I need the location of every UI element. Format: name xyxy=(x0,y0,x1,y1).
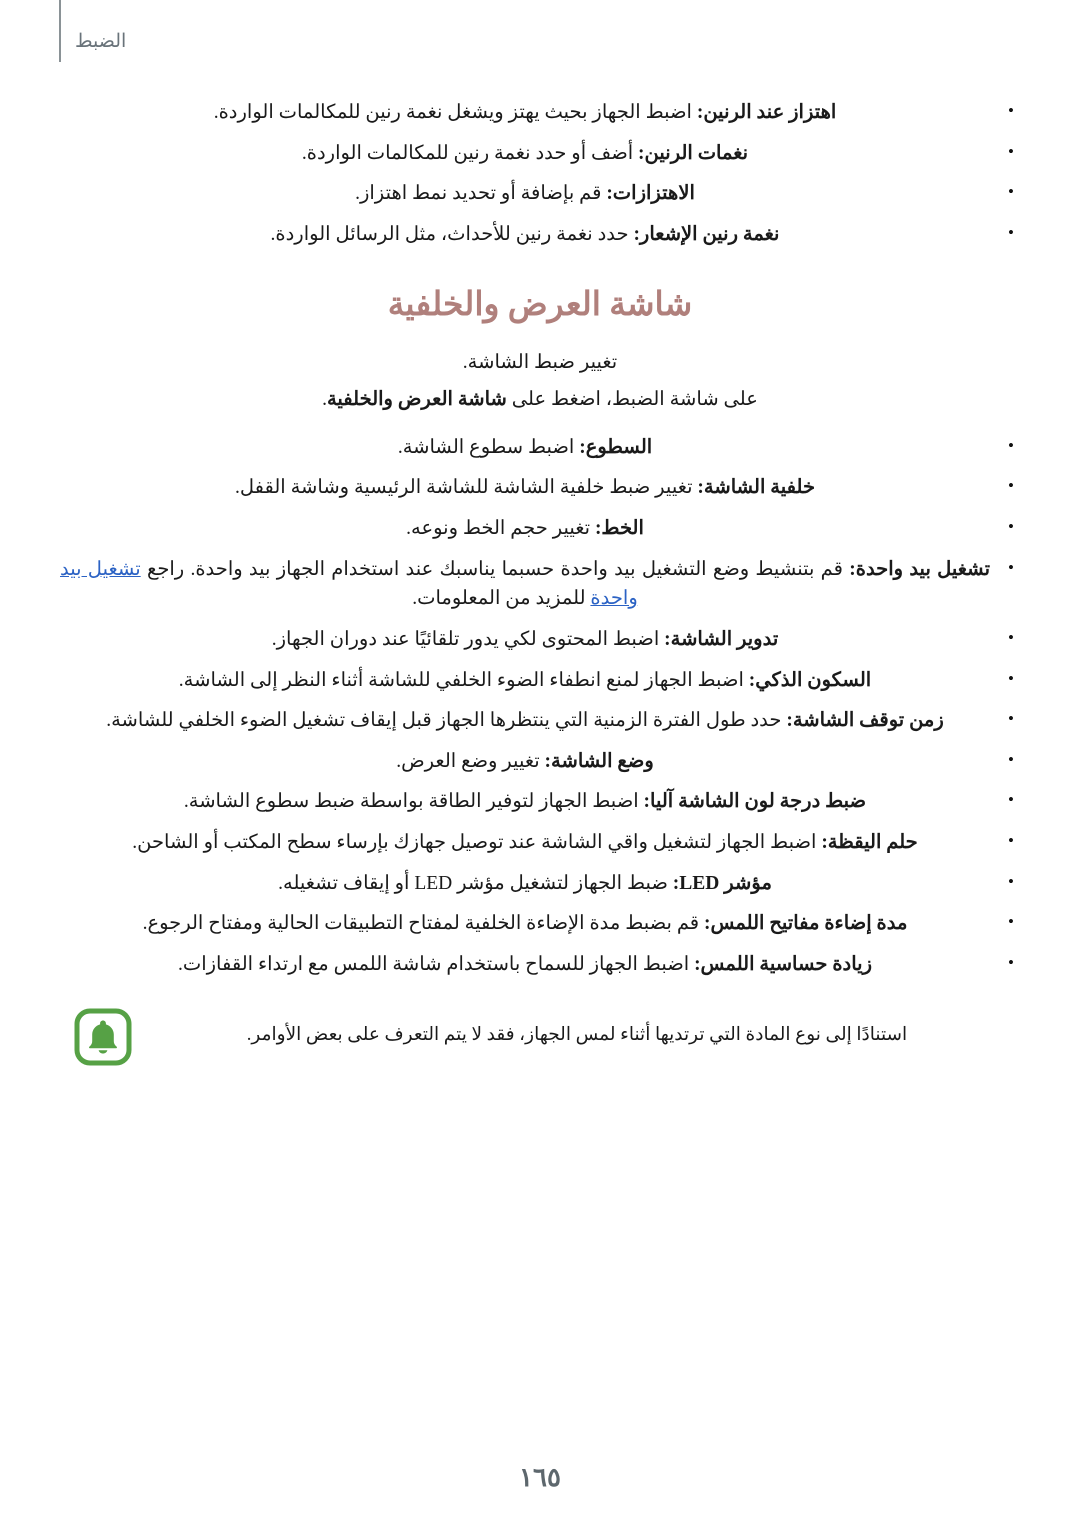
list-item: الاهتزازات: قم بإضافة أو تحديد نمط اهتزا… xyxy=(60,179,1020,209)
list-item: اهتزاز عند الرنين: اضبط الجهاز بحيث يهتز… xyxy=(60,98,1020,128)
list-item-term: ضبط درجة لون الشاشة آليا: xyxy=(643,791,867,813)
nav-target-label: شاشة العرض والخلفية xyxy=(326,388,507,410)
list-item: حلم اليقظة: اضبط الجهاز لتشغيل واقي الشا… xyxy=(60,828,1020,858)
page-number: ١٦٥ xyxy=(519,1463,561,1492)
section-navigation-text: على شاشة الضبط، اضغط على شاشة العرض والخ… xyxy=(60,385,1020,415)
list-item: تشغيل بيد واحدة: قم بتنشيط وضع التشغيل ب… xyxy=(60,555,1020,614)
list-item-term: نغمات الرنين: xyxy=(638,142,749,164)
list-item: نغمات الرنين: أضف أو حدد نغمة رنين للمكا… xyxy=(60,139,1020,169)
list-item-description: اضبط الجهاز لتشغيل واقي الشاشة عند توصيل… xyxy=(132,832,822,854)
list-item: خلفية الشاشة: تغيير ضبط خلفية الشاشة للش… xyxy=(60,473,1020,503)
list-item-description: قم بضبط مدة الإضاءة الخلفية لمفتاح التطب… xyxy=(142,913,704,935)
list-item: نغمة رنين الإشعار: حدد نغمة رنين للأحداث… xyxy=(60,220,1020,250)
list-item-description: ضبط الجهاز لتشغيل مؤشر LED أو إيقاف تشغي… xyxy=(278,872,673,894)
list-item-term: خلفية الشاشة: xyxy=(697,477,815,499)
page-header: الضبط xyxy=(0,0,1080,64)
list-item: مؤشر LED: ضبط الجهاز لتشغيل مؤشر LED أو … xyxy=(60,869,1020,899)
list-item-description: تغيير حجم الخط ونوعه. xyxy=(406,518,595,540)
list-item-description: قم بتنشيط وضع التشغيل بيد واحدة حسبما ين… xyxy=(140,558,850,580)
document-page: الضبط اهتزاز عند الرنين: اضبط الجهاز بحي… xyxy=(0,0,1080,1527)
nav-prefix: على شاشة الضبط، اضغط على xyxy=(506,388,758,410)
list-item-term: حلم اليقظة: xyxy=(821,832,918,854)
list-item-description: اضبط الجهاز للسماح باستخدام شاشة اللمس م… xyxy=(177,953,695,975)
list-item: مدة إضاءة مفاتيح اللمس: قم بضبط مدة الإض… xyxy=(60,909,1020,939)
list-item-term: الخط: xyxy=(594,518,644,540)
list-item-description: اضبط الجهاز لتوفير الطاقة بواسطة ضبط سطو… xyxy=(183,791,644,813)
list-item-term: الاهتزازات: xyxy=(606,183,695,205)
list-item: زمن توقف الشاشة: حدد طول الفترة الزمنية … xyxy=(60,706,1020,736)
list-item-term: زيادة حساسية اللمس: xyxy=(694,953,873,975)
list-item-term: السكون الذكي: xyxy=(748,669,872,691)
list-item-term: مدة إضاءة مفاتيح اللمس: xyxy=(704,913,908,935)
list-item-description: تغيير ضبط خلفية الشاشة للشاشة الرئيسية و… xyxy=(234,477,698,499)
page-header-inner: الضبط xyxy=(0,0,1080,64)
list-item-description: اضبط سطوع الشاشة. xyxy=(397,436,580,458)
list-item-term: اهتزاز عند الرنين: xyxy=(696,102,837,123)
header-divider-rule xyxy=(59,0,61,62)
note-text: استنادًا إلى نوع المادة التي ترتديها أثن… xyxy=(246,1024,908,1045)
list-item-term: وضع الشاشة: xyxy=(544,750,654,772)
list-item-description: اضبط الجهاز بحيث يهتز ويشغل نغمة رنين لل… xyxy=(213,102,697,123)
list-item-term: السطوع: xyxy=(579,436,653,458)
section-intro-text: تغيير ضبط الشاشة. xyxy=(462,352,618,374)
list-item: الخط: تغيير حجم الخط ونوعه. xyxy=(60,514,1020,544)
list-item-description-tail: للمزيد من المعلومات. xyxy=(412,588,591,610)
list-item-term: زمن توقف الشاشة: xyxy=(786,710,944,732)
list-item: السطوع: اضبط سطوع الشاشة. xyxy=(60,433,1020,463)
section-heading: شاشة العرض والخلفية xyxy=(387,286,693,323)
list-item: زيادة حساسية اللمس: اضبط الجهاز للسماح ب… xyxy=(60,950,1020,980)
list-item-term: مؤشر LED: xyxy=(672,872,772,894)
list-item-description: اضبط المحتوى لكي يدور تلقائيًا عند دوران… xyxy=(271,628,665,650)
list-item-description: حدد طول الفترة الزمنية التي ينتظرها الجه… xyxy=(106,710,787,732)
display-settings-list: السطوع: اضبط سطوع الشاشة. خلفية الشاشة: … xyxy=(60,433,1020,980)
list-item: وضع الشاشة: تغيير وضع العرض. xyxy=(60,747,1020,777)
list-item-term: تدوير الشاشة: xyxy=(664,628,779,650)
list-item-description: تغيير وضع العرض. xyxy=(396,750,545,772)
list-item-term: تشغيل بيد واحدة: xyxy=(849,558,991,580)
list-item: تدوير الشاشة: اضبط المحتوى لكي يدور تلقا… xyxy=(60,625,1020,655)
list-item-term: نغمة رنين الإشعار: xyxy=(633,223,780,245)
page-content: اهتزاز عند الرنين: اضبط الجهاز بحيث يهتز… xyxy=(60,98,1020,1080)
list-item-description: قم بإضافة أو تحديد نمط اهتزاز. xyxy=(355,183,607,205)
list-item: ضبط درجة لون الشاشة آليا: اضبط الجهاز لت… xyxy=(60,787,1020,817)
list-item-description: حدد نغمة رنين للأحداث، مثل الرسائل الوار… xyxy=(270,223,634,245)
header-title: الضبط xyxy=(75,31,127,52)
bell-icon xyxy=(74,1008,132,1066)
note-callout: استنادًا إلى نوع المادة التي ترتديها أثن… xyxy=(60,1006,1020,1080)
list-item-description: اضبط الجهاز لمنع انطفاء الضوء الخلفي للش… xyxy=(178,669,749,691)
sound-settings-list: اهتزاز عند الرنين: اضبط الجهاز بحيث يهتز… xyxy=(60,98,1020,250)
list-item: السكون الذكي: اضبط الجهاز لمنع انطفاء ال… xyxy=(60,666,1020,696)
list-item-description: أضف أو حدد نغمة رنين للمكالمات الواردة. xyxy=(301,142,639,164)
